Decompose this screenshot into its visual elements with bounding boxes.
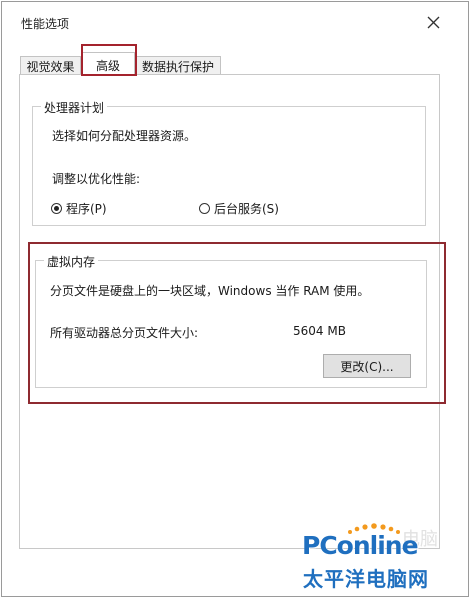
radio-programs[interactable]: 程序(P) (51, 200, 107, 217)
radio-background-services-label: 后台服务(S) (214, 202, 279, 216)
tab-label: 视觉效果 (26, 60, 75, 74)
tab-label: 高级 (95, 59, 120, 73)
tab-data-execution-prevention[interactable]: 数据执行保护 (135, 56, 221, 74)
tab-visual-effects[interactable]: 视觉效果 (20, 56, 81, 74)
radio-programs-label: 程序(P) (66, 202, 107, 216)
watermark-brand: PConline (302, 531, 419, 560)
radio-unselected-icon (199, 203, 210, 214)
paging-total-label: 所有驱动器总分页文件大小: (50, 326, 199, 340)
tab-label: 数据执行保护 (141, 60, 214, 74)
processor-description: 选择如何分配处理器资源。 (52, 129, 197, 143)
close-button[interactable] (418, 9, 448, 35)
paging-total-value: 5604 MB (293, 324, 346, 338)
window-title: 性能选项 (21, 17, 70, 31)
close-icon (427, 16, 439, 28)
watermark-cn: 太平洋电脑网 (303, 567, 429, 591)
pconline-watermark: 电脑 PConline 太平洋电脑网 (302, 523, 457, 593)
change-button[interactable]: 更改(C)... (323, 354, 411, 378)
processor-scheduling-legend: 处理器计划 (41, 99, 108, 116)
virtual-memory-description: 分页文件是硬盘上的一块区域，Windows 当作 RAM 使用。 (50, 284, 370, 298)
tab-advanced[interactable]: 高级 (81, 52, 135, 75)
virtual-memory-legend: 虚拟内存 (44, 253, 99, 270)
radio-selected-icon (51, 203, 62, 214)
radio-background-services[interactable]: 后台服务(S) (199, 200, 279, 217)
optimize-label: 调整以优化性能: (52, 172, 141, 186)
